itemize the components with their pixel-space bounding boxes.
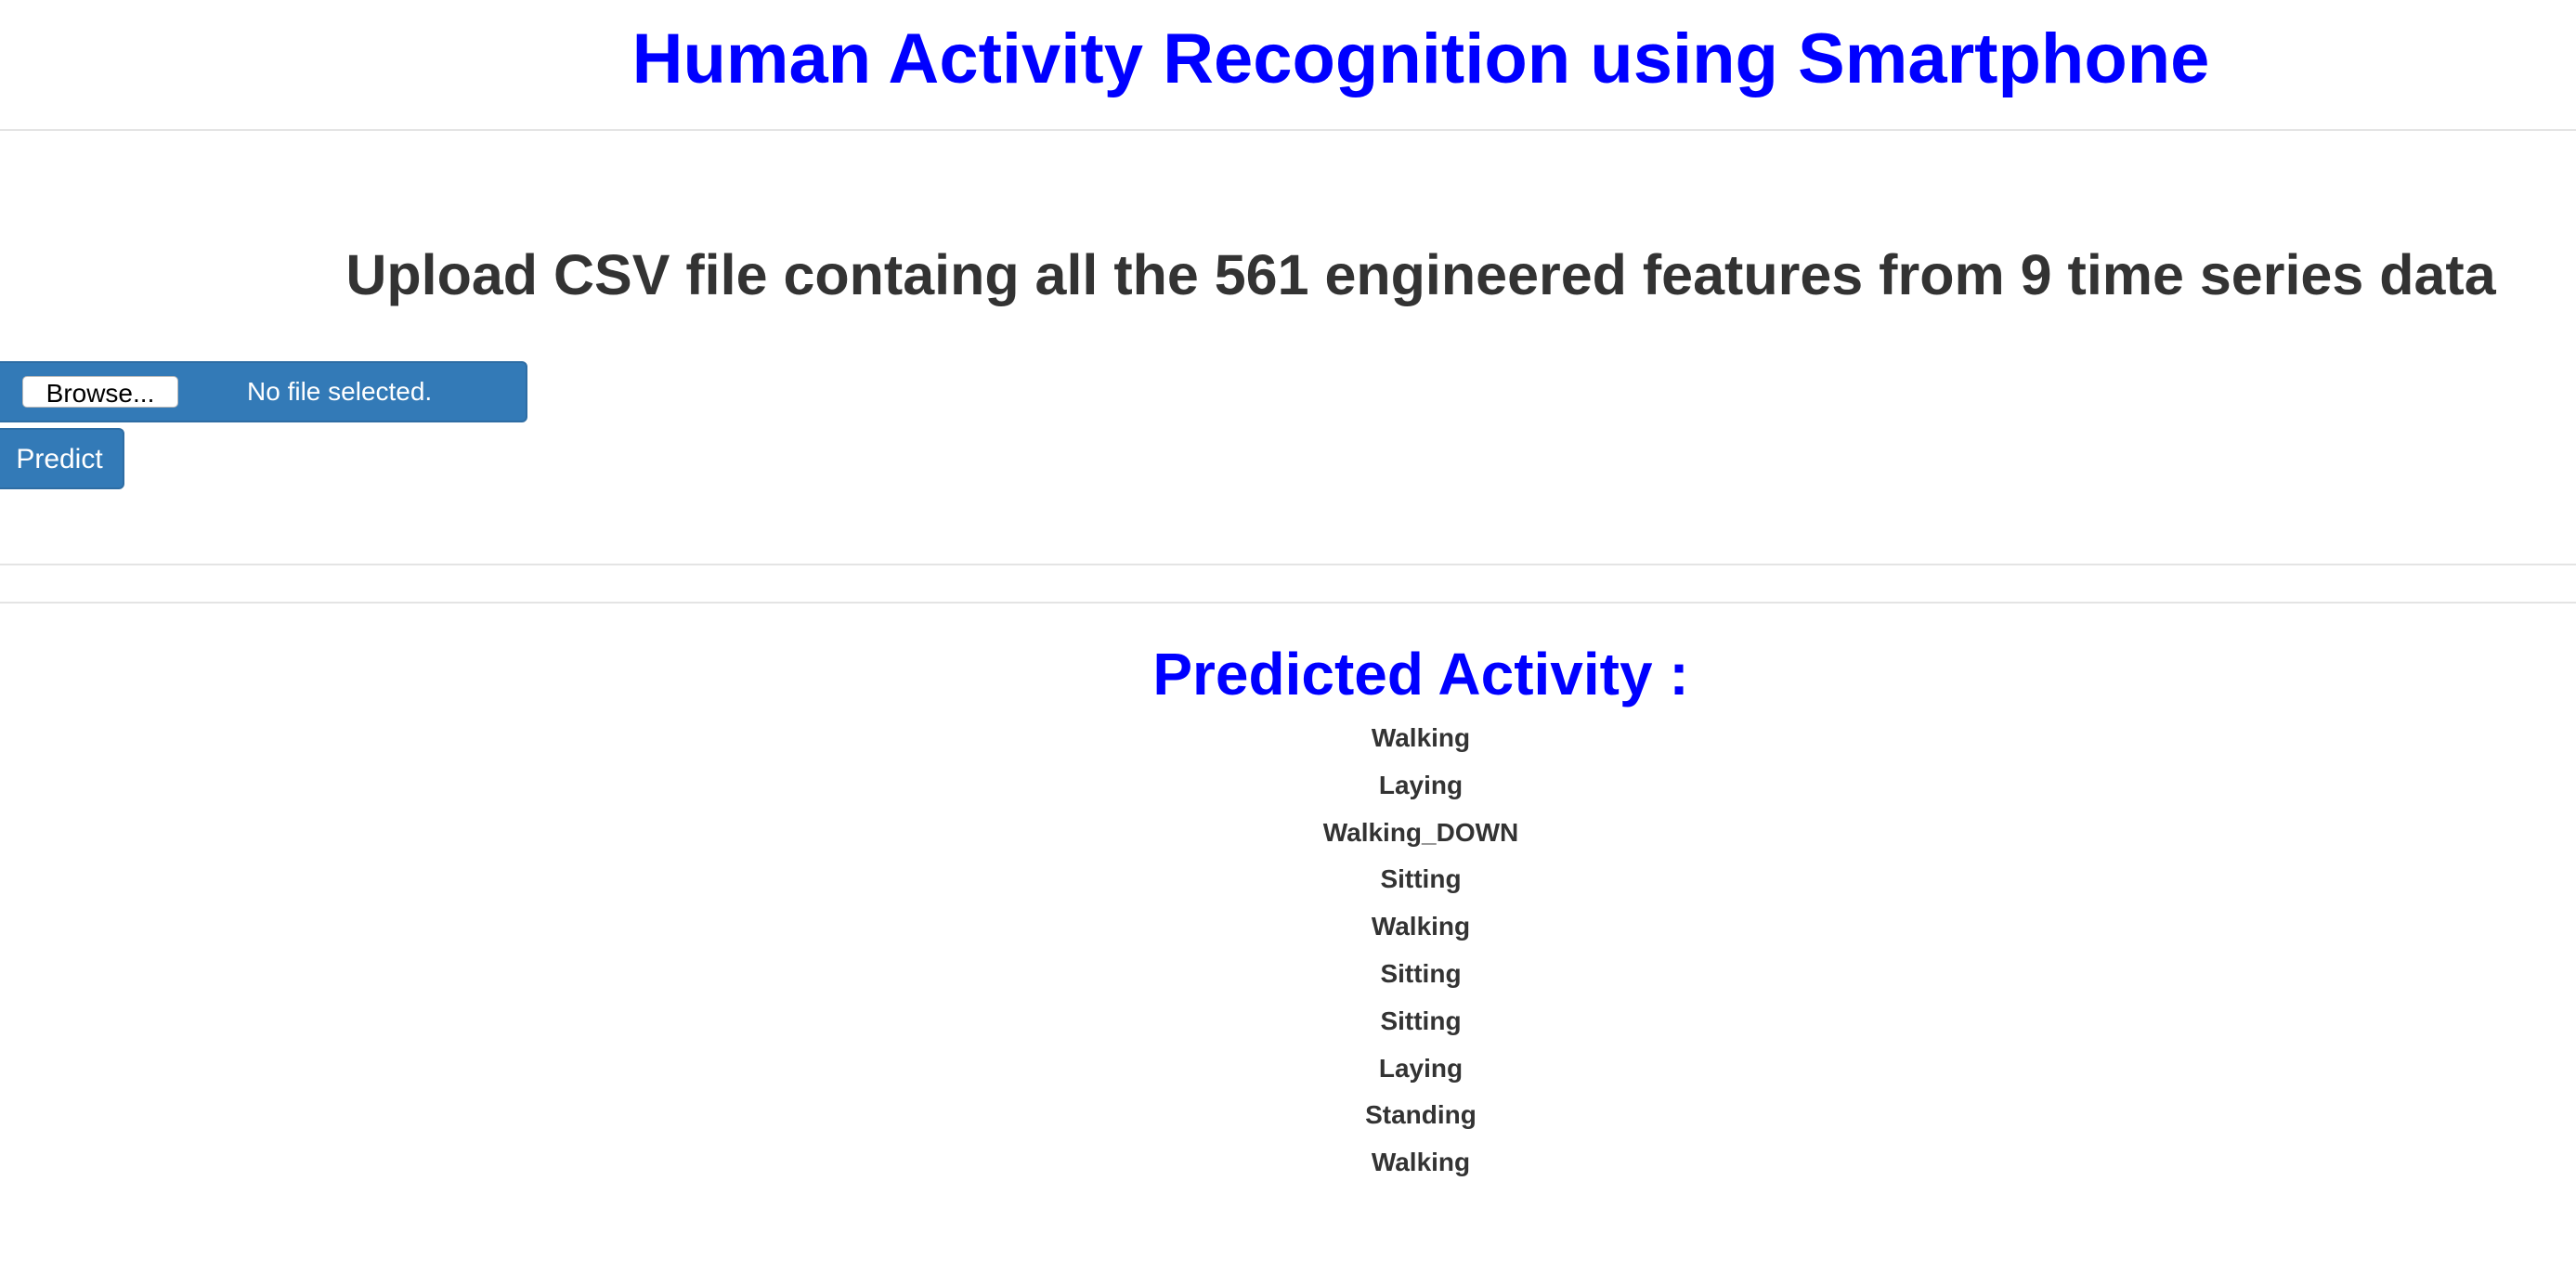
prediction-item: Walking_DOWN	[1322, 817, 1519, 847]
predicted-activity-heading: Predicted Activity :	[1152, 641, 1689, 707]
prediction-item: Walking	[1371, 1148, 1471, 1177]
prediction-item: Laying	[1378, 1053, 1464, 1083]
prediction-item: Walking	[1371, 912, 1471, 941]
page-title: Human Activity Recognition using Smartph…	[631, 19, 2210, 98]
prediction-item: Walking	[1371, 723, 1471, 752]
form-divider	[0, 564, 2576, 565]
prediction-item: Sitting	[1380, 958, 1462, 988]
file-status-label: No file selected.	[247, 377, 433, 406]
results-divider	[0, 602, 2576, 604]
prediction-list: Walking Laying Walking_DOWN Sitting Walk…	[0, 715, 2576, 1187]
upload-heading: Upload CSV file containg all the 561 eng…	[345, 243, 2496, 306]
page: Human Activity Recognition using Smartph…	[0, 0, 2576, 1272]
predict-button[interactable]: Predict	[0, 428, 124, 489]
prediction-item: Laying	[1378, 770, 1464, 799]
browse-button[interactable]: Browse...	[22, 376, 178, 408]
prediction-item: Standing	[1365, 1100, 1477, 1130]
file-input[interactable]: Browse... No file selected.	[0, 361, 527, 422]
prediction-item: Sitting	[1380, 864, 1462, 894]
header-divider	[0, 129, 2576, 131]
prediction-item: Sitting	[1380, 1006, 1462, 1035]
